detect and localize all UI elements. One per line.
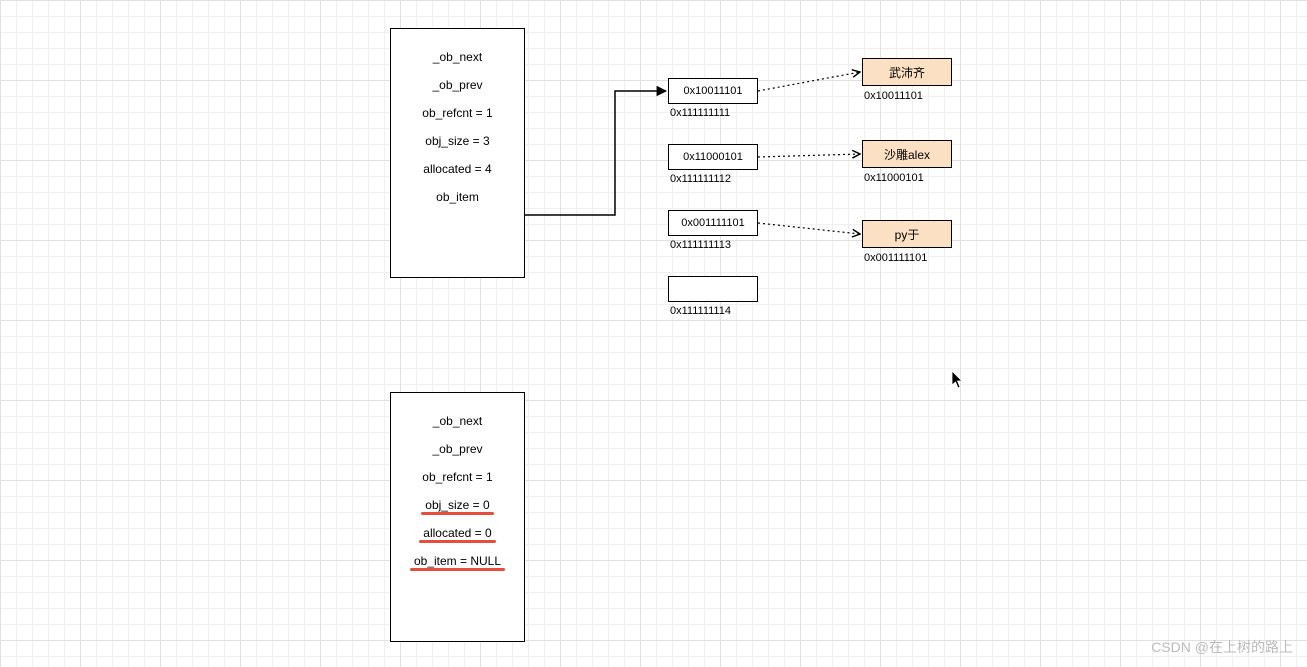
cell-addr-1: 0x111111112 [670,173,731,185]
struct1-field-1: _ob_prev [432,78,482,92]
value-addr-2: 0x001111101 [864,252,927,264]
struct-box-2: _ob_next _ob_prev ob_refcnt = 1 obj_size… [390,392,525,642]
memory-cell-2: 0x001111101 [668,210,758,236]
cell-addr-0: 0x111111111 [670,107,730,119]
struct2-field-4: allocated = 0 [423,526,491,540]
struct2-field-1: _ob_prev [432,442,482,456]
watermark: CSDN @在上树的路上 [1151,637,1293,657]
struct1-field-5: ob_item [436,190,479,204]
memory-cell-0: 0x10011101 [668,78,758,104]
mouse-cursor-icon [951,370,965,390]
diagram-canvas: _ob_next _ob_prev ob_refcnt = 1 obj_size… [0,0,1307,667]
value-label-1: 沙雕alex [884,146,930,163]
cell-value-0: 0x10011101 [684,85,743,97]
arrows-svg [0,0,1307,667]
struct1-field-3: obj_size = 3 [425,134,489,148]
struct-box-1: _ob_next _ob_prev ob_refcnt = 1 obj_size… [390,28,525,278]
value-addr-0: 0x10011101 [864,90,923,102]
struct2-field-3: obj_size = 0 [425,498,489,512]
value-box-2: py于 [862,220,952,248]
cell-value-2: 0x001111101 [681,217,744,229]
cell-value-1: 0x11000101 [683,151,743,163]
cell-addr-2: 0x111111113 [670,239,731,251]
struct2-field-0: _ob_next [433,414,482,428]
struct1-field-0: _ob_next [433,50,482,64]
value-addr-1: 0x11000101 [864,172,924,184]
value-label-2: py于 [895,226,920,243]
memory-cell-3 [668,276,758,302]
struct2-field-5: ob_item = NULL [414,554,501,568]
struct1-field-2: ob_refcnt = 1 [422,106,492,120]
struct2-field-2: ob_refcnt = 1 [422,470,492,484]
value-box-1: 沙雕alex [862,140,952,168]
memory-cell-1: 0x11000101 [668,144,758,170]
value-box-0: 武沛齐 [862,58,952,86]
value-label-0: 武沛齐 [889,64,925,81]
cell-addr-3: 0x111111114 [670,305,731,317]
struct1-field-4: allocated = 4 [423,162,491,176]
